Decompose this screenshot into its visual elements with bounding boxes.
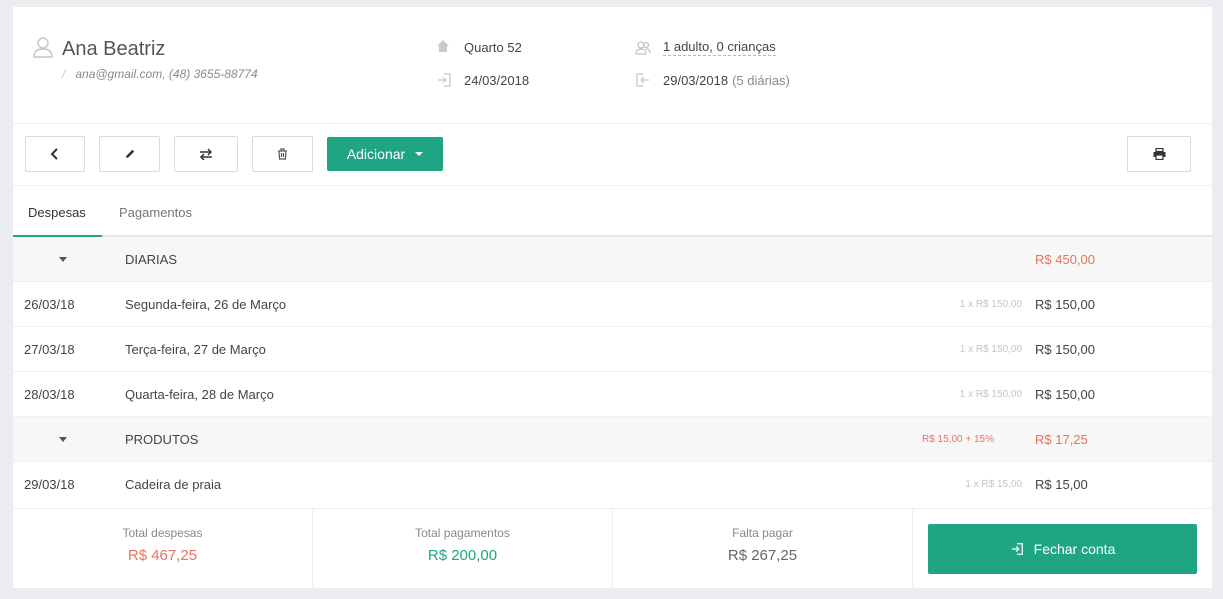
row-date: 27/03/18: [24, 342, 75, 357]
remaining-label: Falta pagar: [732, 526, 793, 540]
remaining-value: R$ 267,25: [727, 547, 798, 564]
toolbar: Adicionar: [13, 124, 1212, 186]
user-icon: [32, 36, 54, 58]
trash-icon: [277, 148, 288, 160]
printer-icon: [1153, 148, 1166, 160]
row-quantity: 1 x R$ 150,00: [959, 344, 1022, 355]
row-amount: R$ 150,00: [1035, 342, 1095, 357]
group-row-produtos[interactable]: PRODUTOS R$ 15,00 + 15% R$ 17,25: [13, 417, 1212, 462]
guest-header: Ana Beatriz / ana@gmail.com, (48) 3655-88…: [13, 7, 1212, 124]
row-date: 26/03/18: [24, 297, 75, 312]
chevron-left-icon: [50, 148, 60, 160]
table-row[interactable]: 29/03/18 Cadeira de praia 1 x R$ 15,00 R…: [13, 462, 1212, 507]
sign-out-icon: [635, 72, 651, 88]
row-description: Terça-feira, 27 de Março: [125, 342, 266, 357]
back-button[interactable]: [25, 136, 85, 172]
users-icon: [635, 40, 651, 56]
close-account-label: Fechar conta: [1033, 541, 1116, 557]
group-total: R$ 17,25: [1035, 432, 1088, 447]
row-description: Segunda-feira, 26 de Março: [125, 297, 287, 312]
contact-separator: /: [62, 67, 66, 81]
checkin-info: 24/03/2018: [436, 72, 529, 88]
total-expenses-label: Total despesas: [122, 526, 203, 540]
group-title: DIARIAS: [125, 252, 178, 267]
room-info: Quarto 52: [436, 39, 522, 55]
edit-button[interactable]: [99, 136, 160, 172]
close-account-button[interactable]: Fechar conta: [928, 524, 1197, 574]
group-title: PRODUTOS: [125, 432, 199, 447]
caret-down-icon[interactable]: [57, 237, 69, 282]
sign-in-icon: [1011, 543, 1023, 555]
checkout-date: 29/03/2018: [663, 72, 729, 88]
print-button[interactable]: [1127, 136, 1191, 172]
group-row-diarias[interactable]: DIARIAS R$ 450,00: [13, 237, 1212, 282]
total-payments-value: R$ 200,00: [427, 547, 498, 564]
remaining-balance: Falta pagar R$ 267,25: [613, 509, 913, 589]
delete-button[interactable]: [252, 136, 313, 172]
add-button-label: Adicionar: [346, 146, 406, 162]
row-quantity: 1 x R$ 150,00: [959, 389, 1022, 400]
totals-footer: Total despesas R$ 467,25 Total pagamento…: [13, 508, 1212, 589]
tab-pagamentos[interactable]: Pagamentos: [119, 187, 192, 237]
nights-count: (5 diárias): [732, 72, 790, 88]
checkout-info: 29/03/2018 (5 diárias): [635, 72, 790, 88]
room-label: Quarto 52: [464, 39, 522, 55]
group-fee: R$ 15,00 + 15%: [922, 434, 994, 445]
row-quantity: 1 x R$ 15,00: [965, 479, 1022, 490]
total-expenses-value: R$ 467,25: [127, 547, 198, 564]
pencil-icon: [124, 148, 136, 160]
tab-bar: Despesas Pagamentos: [13, 187, 1212, 237]
swap-icon: [199, 148, 213, 160]
row-date: 29/03/18: [24, 477, 75, 492]
expenses-table: DIARIAS R$ 450,00 26/03/18 Segunda-feira…: [13, 237, 1212, 507]
total-payments: Total pagamentos R$ 200,00: [313, 509, 613, 589]
guests-info[interactable]: 1 adulto, 0 crianças: [635, 39, 776, 56]
row-date: 28/03/18: [24, 387, 75, 402]
total-expenses: Total despesas R$ 467,25: [13, 509, 313, 589]
account-card: Ana Beatriz / ana@gmail.com, (48) 3655-88…: [13, 7, 1212, 589]
row-quantity: 1 x R$ 150,00: [959, 299, 1022, 310]
table-row[interactable]: 27/03/18 Terça-feira, 27 de Março 1 x R$…: [13, 327, 1212, 372]
add-button[interactable]: Adicionar: [327, 137, 443, 171]
row-amount: R$ 15,00: [1035, 477, 1088, 492]
row-description: Quarta-feira, 28 de Março: [125, 387, 274, 402]
caret-down-icon: [415, 152, 424, 156]
row-amount: R$ 150,00: [1035, 297, 1095, 312]
guest-contact-text: ana@gmail.com, (48) 3655-88774: [75, 67, 258, 81]
group-total: R$ 450,00: [1035, 252, 1095, 267]
guest-contact: / ana@gmail.com, (48) 3655-88774: [62, 67, 258, 81]
tab-despesas[interactable]: Despesas: [28, 187, 86, 237]
guest-name: Ana Beatriz: [62, 38, 166, 60]
caret-down-icon[interactable]: [57, 417, 69, 462]
table-row[interactable]: 28/03/18 Quarta-feira, 28 de Março 1 x R…: [13, 372, 1212, 417]
checkin-date: 24/03/2018: [464, 72, 530, 88]
sign-in-icon: [436, 72, 452, 88]
total-payments-label: Total pagamentos: [415, 526, 510, 540]
row-amount: R$ 150,00: [1035, 387, 1095, 402]
row-description: Cadeira de praia: [125, 477, 222, 492]
table-row[interactable]: 26/03/18 Segunda-feira, 26 de Março 1 x …: [13, 282, 1212, 327]
transfer-button[interactable]: [174, 136, 238, 172]
home-icon: [436, 39, 452, 55]
guests-count[interactable]: 1 adulto, 0 crianças: [663, 39, 776, 56]
